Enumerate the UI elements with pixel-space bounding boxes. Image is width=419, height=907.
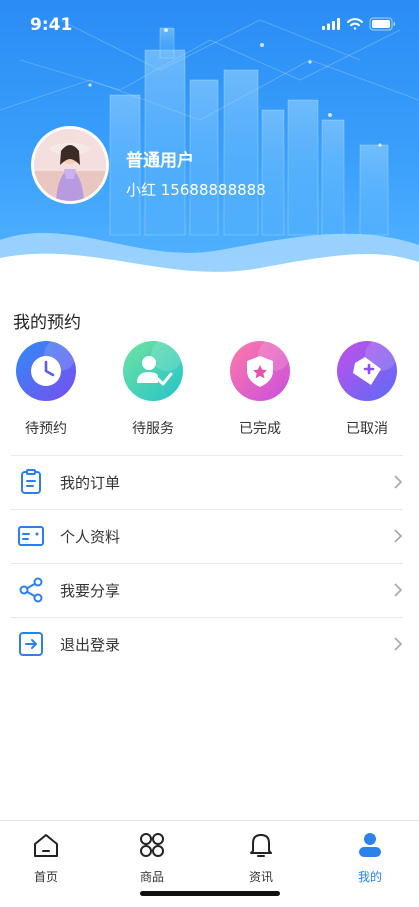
wifi-icon	[347, 18, 363, 30]
share-icon	[19, 577, 43, 603]
reservation-cancelled[interactable]: 已取消	[327, 341, 407, 438]
battery-icon	[369, 17, 396, 31]
status-icons	[322, 16, 397, 35]
menu-profile[interactable]: 个人资料	[11, 509, 403, 563]
reservation-completed-label: 已完成	[239, 421, 281, 437]
clipboard-icon	[21, 469, 41, 494]
avatar[interactable]	[31, 126, 109, 204]
menu-my-orders[interactable]: 我的订单	[11, 455, 403, 509]
tab-news[interactable]: 资讯	[226, 831, 296, 885]
tab-news-label: 资讯	[248, 870, 273, 884]
status-bar: 9:41	[0, 0, 419, 50]
user-name-phone: 小红 15688888888	[126, 181, 266, 199]
user-role: 普通用户	[126, 151, 194, 171]
profile-header: 9:41 普通用户 小红 15688888888	[0, 0, 419, 290]
menu-logout-label: 退出登录	[60, 636, 121, 654]
tab-products-label: 商品	[139, 870, 164, 884]
reservation-to-serve[interactable]: 待服务	[113, 341, 193, 438]
bell-icon	[250, 834, 272, 857]
menu-profile-label: 个人资料	[60, 528, 121, 546]
menu-share-label: 我要分享	[60, 582, 121, 600]
tab-home-label: 首页	[33, 870, 58, 884]
status-time: 9:41	[30, 15, 73, 35]
logout-icon	[19, 632, 43, 656]
reservation-to-serve-label: 待服务	[132, 421, 174, 437]
cellular-signal-icon	[322, 18, 340, 30]
chevron-right-icon	[394, 529, 403, 543]
person-icon	[359, 833, 381, 857]
star-shield-icon	[247, 341, 290, 387]
clock-icon	[31, 341, 76, 386]
tag-plus-icon	[353, 341, 397, 385]
reservation-pending-label: 待预约	[25, 421, 67, 437]
id-card-icon	[18, 526, 44, 546]
tab-products[interactable]: 商品	[117, 831, 187, 885]
menu-my-orders-label: 我的订单	[60, 474, 121, 492]
reservation-cancelled-label: 已取消	[346, 421, 388, 437]
chevron-right-icon	[394, 475, 403, 489]
home-indicator	[140, 891, 280, 896]
avatar-image	[34, 129, 106, 201]
chevron-right-icon	[394, 583, 403, 597]
menu-share[interactable]: 我要分享	[11, 563, 403, 617]
reservation-completed[interactable]: 已完成	[220, 341, 300, 438]
tab-home[interactable]: 首页	[11, 831, 81, 885]
home-icon	[34, 834, 58, 857]
tab-mine-label: 我的	[357, 870, 382, 884]
grid-icon	[140, 833, 164, 857]
tab-mine[interactable]: 我的	[335, 831, 405, 885]
user-check-icon	[137, 341, 183, 386]
chevron-right-icon	[394, 637, 403, 651]
reservation-pending[interactable]: 待预约	[6, 341, 86, 438]
menu-logout[interactable]: 退出登录	[11, 617, 403, 671]
reservations-title: 我的预约	[13, 313, 81, 333]
